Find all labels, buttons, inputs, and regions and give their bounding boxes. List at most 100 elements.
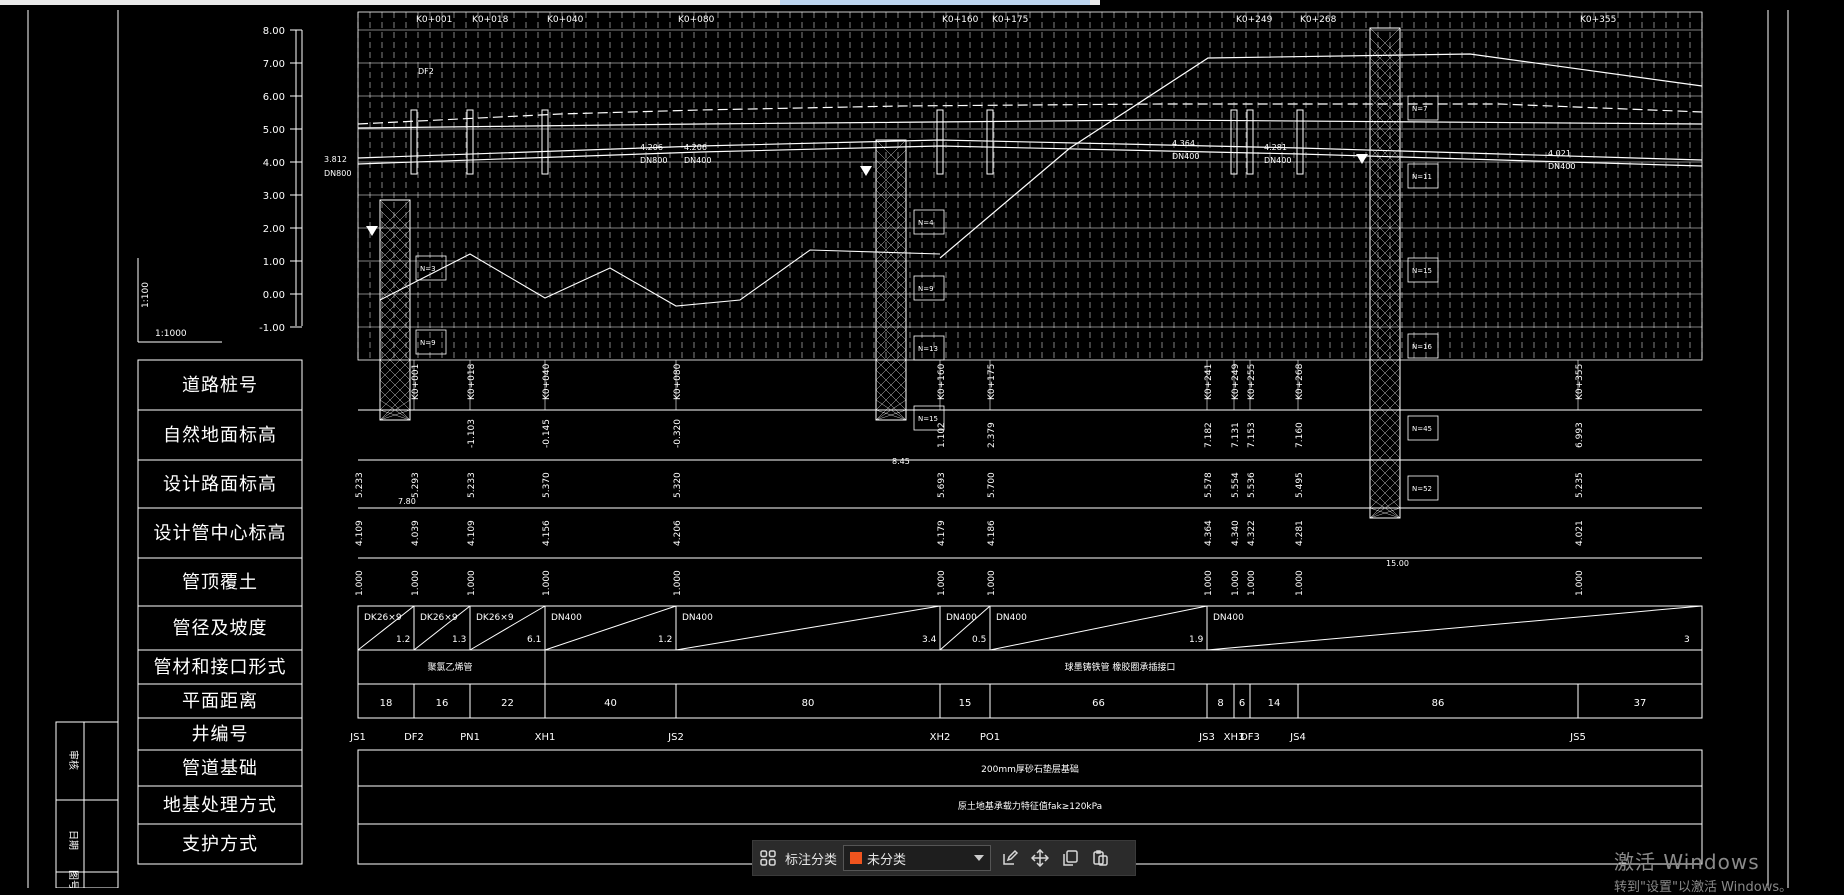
material-box [357, 649, 1703, 685]
annotation-category-label: 标注分类 [785, 852, 838, 868]
row-label: 设计管中心标高 [154, 523, 287, 544]
pipe-material: 聚氯乙烯管 [427, 661, 472, 673]
profile-annotation: DN400 [1264, 156, 1291, 165]
pipe-center-value: 4.186 [987, 520, 997, 546]
elevation-tick-label: 4.00 [263, 158, 285, 169]
grid-icon[interactable] [753, 843, 783, 873]
well-id: PO1 [980, 732, 1000, 743]
old-ground-line [379, 249, 941, 307]
chevron-down-icon [974, 855, 985, 861]
station-label: K0+001 [411, 364, 421, 400]
profile-annotation: 4.364 [1172, 139, 1195, 148]
borehole [379, 199, 411, 421]
profile-grid [357, 11, 1703, 361]
station-label: K0+249 [1231, 363, 1241, 400]
pipe-center-value: 4.109 [467, 520, 477, 546]
pipe-diameter: DN400 [996, 613, 1027, 623]
cover-value: 1.000 [355, 570, 365, 596]
well-id: JS2 [667, 732, 684, 743]
elevation-tick-label: -1.00 [259, 323, 285, 334]
annotation-toolbar: 标注分类 未分类 [752, 840, 1136, 876]
station-label: K0+255 [1247, 364, 1257, 400]
plan-distance: 6 [1239, 698, 1245, 709]
top-station-label: K0+355 [1580, 15, 1616, 25]
profile-annotation: 15.00 [1386, 559, 1409, 568]
title-block-text: 审核 [67, 750, 80, 770]
pipe-slope: 1.9 [1189, 635, 1204, 645]
pipe-center-value: 4.340 [1231, 520, 1241, 546]
plan-distance: 37 [1634, 698, 1647, 709]
elevation-tick-label: 0.00 [263, 290, 285, 301]
cover-value: 1.000 [1204, 570, 1214, 596]
plan-distance: 8 [1217, 698, 1223, 709]
ground-elev-value: 7.131 [1231, 422, 1241, 448]
pipe-diameter: DN400 [946, 613, 977, 623]
profile-annotation: DF2 [418, 67, 434, 76]
pipe-slope: 0.5 [972, 635, 986, 645]
annotation-category-select[interactable]: 未分类 [843, 845, 992, 871]
pipe-slope: 1.2 [396, 635, 410, 645]
row-label: 井编号 [192, 724, 249, 745]
elevation-tick-label: 3.00 [263, 191, 285, 202]
plan-distance: 22 [501, 698, 514, 709]
ground-elev-value: 6.993 [1575, 422, 1585, 448]
row-label: 自然地面标高 [163, 425, 277, 446]
cover-value: 1.000 [1575, 570, 1585, 596]
water-level-icon [366, 226, 378, 236]
spt-label: N=15 [1412, 267, 1432, 275]
title-block-text: 审核日期图号 [67, 750, 80, 888]
pipe-center-value: 4.322 [1247, 520, 1257, 546]
scale-note: 1:100 1:1000 [137, 258, 222, 343]
profile-annotation: 4.206 [640, 143, 663, 152]
row-label: 管顶覆土 [182, 572, 258, 593]
spt-label: N=45 [1412, 425, 1432, 433]
distance-box [357, 683, 1703, 719]
plan-distance: 80 [802, 698, 815, 709]
road-elev-value: 5.554 [1231, 472, 1241, 498]
title-block-text: 日期 [67, 830, 79, 850]
row-label: 道路桩号 [182, 375, 258, 396]
top-station-label: K0+001 [416, 15, 452, 25]
well-shaft [541, 109, 549, 175]
well-id: JS3 [1198, 732, 1215, 743]
top-station-label: K0+268 [1300, 15, 1337, 25]
spt-label: N=52 [1412, 485, 1432, 493]
station-label: K0+241 [1204, 364, 1214, 400]
spt-label: N=11 [1412, 173, 1432, 181]
cover-value: 1.000 [411, 570, 421, 596]
row-label: 支护方式 [182, 834, 258, 855]
watermark-title: 激活 Windows [1614, 850, 1760, 874]
elevation-tick-label: 7.00 [263, 59, 285, 70]
ground-treatment-text: 原土地基承载力特征值fak≥120kPa [958, 800, 1102, 812]
copy-icon[interactable] [1055, 843, 1085, 873]
profile-annotation: 4.021 [1548, 149, 1571, 158]
pipe-slope: 6.1 [527, 635, 541, 645]
profile-annotation: 8.45 [892, 457, 910, 466]
edit-icon[interactable] [995, 843, 1025, 873]
cover-value: 1.000 [1295, 570, 1305, 596]
elevation-tick-label: 2.00 [263, 224, 285, 235]
well-shaft [466, 109, 474, 175]
elevation-tick-label: 5.00 [263, 125, 285, 136]
paste-icon[interactable] [1085, 843, 1115, 873]
pipe-material: 球墨铸铁管 橡胶圈承插接口 [1065, 661, 1176, 673]
spt-label: N=3 [420, 265, 436, 273]
top-station-label: K0+249 [1236, 15, 1273, 25]
station-label: K0+018 [467, 363, 477, 400]
cover-value: 1.000 [1231, 570, 1241, 596]
data-table: 道路桩号自然地面标高设计路面标高设计管中心标高管顶覆土管径及坡度管材和接口形式平… [137, 359, 1703, 865]
ground-elev-value: 2.379 [987, 422, 997, 448]
plan-distance: 66 [1092, 698, 1105, 709]
road-elev-value: 5.578 [1204, 472, 1214, 498]
pipe-diameter: DK26×9 [420, 613, 458, 623]
title-block [55, 721, 119, 888]
station-label: K0+160 [937, 363, 947, 400]
pipe-center-value: 4.156 [542, 520, 552, 546]
scale-vertical: 1:100 [141, 282, 151, 308]
ground-elev-value: 7.153 [1247, 422, 1257, 448]
road-elev-value: 5.536 [1247, 472, 1257, 498]
top-station-label: K0+160 [942, 15, 979, 25]
pipe-center-value: 4.281 [1295, 520, 1305, 546]
pipe-slope: 1.2 [658, 635, 672, 645]
move-icon[interactable] [1025, 843, 1055, 873]
